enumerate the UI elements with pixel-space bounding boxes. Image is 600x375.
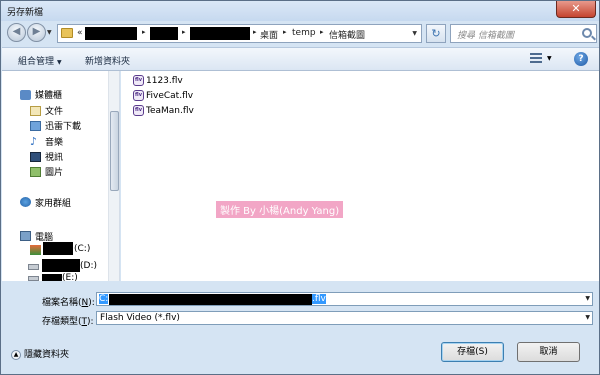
list-item[interactable]: flv 1123.flv bbox=[133, 75, 183, 86]
filetype-value: Flash Video (*.flv) bbox=[100, 313, 180, 323]
file-name: TeaMan.flv bbox=[146, 106, 194, 116]
computer-icon bbox=[20, 231, 31, 241]
help-icon[interactable]: ? bbox=[574, 52, 588, 66]
sidebar-item-downloads[interactable]: 迅雷下載 bbox=[45, 119, 81, 132]
title-bar[interactable]: 另存新檔 ✕ bbox=[1, 1, 599, 21]
chevron-down-icon[interactable]: ▼ bbox=[585, 295, 590, 302]
redacted-drive-name bbox=[43, 242, 73, 255]
address-separator-icon[interactable]: ▸ bbox=[253, 28, 257, 36]
file-name: 1123.flv bbox=[146, 76, 183, 86]
address-separator-icon[interactable]: ▸ bbox=[320, 28, 324, 36]
sidebar-item-libraries[interactable]: 媒體櫃 bbox=[35, 88, 62, 101]
watermark: 製作 By 小楊(Andy Yang) bbox=[216, 201, 344, 218]
organize-label: 組合管理 bbox=[18, 57, 55, 67]
search-icon[interactable] bbox=[582, 28, 592, 38]
address-dropdown-icon[interactable]: ▼ bbox=[412, 30, 417, 37]
refresh-button[interactable]: ↻ bbox=[426, 24, 446, 43]
address-bar[interactable]: « ▸ ▸ ▸ 桌面 ▸ temp ▸ 信箱截圖 ▼ bbox=[57, 24, 422, 43]
sidebar-item-documents[interactable]: 文件 bbox=[45, 104, 63, 117]
navigation-pane: 媒體櫃 文件 迅雷下載 ♪ 音樂 視訊 圖片 家用群組 電腦 (C:) (D:)… bbox=[2, 71, 120, 283]
recent-pages-dropdown-icon[interactable]: ▼ bbox=[47, 29, 52, 36]
organize-menu[interactable]: 組合管理 ▼ bbox=[18, 54, 62, 67]
flv-file-icon: flv bbox=[133, 90, 144, 101]
file-list: flv 1123.flv flv FiveCat.flv flv TeaMan.flv… bbox=[121, 71, 599, 281]
save-button[interactable]: 存檔(S) bbox=[441, 342, 504, 362]
address-overflow[interactable]: « bbox=[77, 28, 83, 38]
sidebar-item-drive-d[interactable]: (D:) bbox=[80, 261, 97, 271]
save-as-dialog: 另存新檔 ✕ ◀ ▶ ▼ « ▸ ▸ ▸ 桌面 ▸ temp ▸ 信箱截圖 ▼ … bbox=[0, 0, 600, 375]
address-separator-icon[interactable]: ▸ bbox=[283, 28, 287, 36]
refresh-icon: ↻ bbox=[431, 27, 441, 40]
address-separator-icon[interactable]: ▸ bbox=[142, 28, 146, 36]
address-segment-temp[interactable]: temp bbox=[292, 28, 316, 38]
forward-button[interactable]: ▶ bbox=[27, 23, 46, 42]
chevron-down-icon[interactable]: ▼ bbox=[585, 314, 590, 321]
chevron-down-icon: ▼ bbox=[57, 59, 62, 66]
library-icon bbox=[20, 90, 31, 100]
documents-icon bbox=[30, 106, 41, 116]
redacted-path-segment bbox=[150, 27, 178, 40]
window-title: 另存新檔 bbox=[7, 8, 44, 18]
pictures-icon bbox=[30, 167, 41, 177]
filename-label: 檔案名稱(N): bbox=[42, 298, 95, 308]
scrollbar-thumb[interactable] bbox=[110, 111, 119, 191]
flv-file-icon: flv bbox=[133, 75, 144, 86]
filename-value: C: bbox=[99, 294, 109, 304]
cancel-button[interactable]: 取消 bbox=[517, 342, 580, 362]
hide-folders-label: 隱藏資料夾 bbox=[24, 350, 70, 360]
pane-divider[interactable] bbox=[2, 281, 599, 289]
filename-field[interactable]: C: .flv ▼ bbox=[96, 292, 593, 306]
view-options-icon[interactable] bbox=[530, 53, 542, 65]
sidebar-item-homegroup[interactable]: 家用群組 bbox=[35, 196, 71, 209]
redacted-path-segment bbox=[85, 27, 137, 40]
video-icon bbox=[30, 152, 41, 162]
address-separator-icon[interactable]: ▸ bbox=[182, 28, 186, 36]
view-dropdown-icon[interactable]: ▼ bbox=[547, 55, 552, 62]
filename-extension: .flv bbox=[312, 294, 326, 304]
back-button[interactable]: ◀ bbox=[7, 23, 26, 42]
download-folder-icon bbox=[30, 121, 41, 131]
address-segment-current[interactable]: 信箱截圖 bbox=[329, 28, 365, 41]
search-box[interactable]: 搜尋 信箱截圖 bbox=[450, 24, 597, 43]
filetype-select[interactable]: Flash Video (*.flv) ▼ bbox=[96, 311, 593, 325]
filetype-label: 存檔類型(T): bbox=[42, 317, 94, 327]
windows-drive-icon bbox=[30, 245, 41, 255]
sidebar-item-drive-c[interactable]: (C:) bbox=[74, 244, 90, 254]
list-item[interactable]: flv TeaMan.flv bbox=[133, 105, 194, 116]
music-icon: ♪ bbox=[30, 135, 38, 148]
new-folder-button[interactable]: 新增資料夾 bbox=[85, 54, 130, 67]
search-placeholder: 搜尋 信箱截圖 bbox=[457, 31, 514, 41]
redacted-drive-name bbox=[42, 259, 80, 272]
folder-icon bbox=[61, 28, 73, 38]
redacted-drive-name bbox=[42, 274, 62, 281]
file-name: FiveCat.flv bbox=[146, 91, 194, 101]
sidebar-item-videos[interactable]: 視訊 bbox=[45, 150, 63, 163]
flv-file-icon: flv bbox=[133, 105, 144, 116]
close-button[interactable]: ✕ bbox=[556, 1, 596, 18]
chevron-up-icon: ▲ bbox=[11, 349, 21, 360]
drive-icon bbox=[28, 264, 39, 270]
redacted-filename bbox=[109, 294, 312, 305]
sidebar-item-music[interactable]: 音樂 bbox=[45, 135, 63, 148]
homegroup-icon bbox=[20, 197, 31, 207]
redacted-path-segment bbox=[190, 27, 250, 40]
list-item[interactable]: flv FiveCat.flv bbox=[133, 90, 193, 101]
toolbar: 組合管理 ▼ 新增資料夾 ▼ ? bbox=[2, 47, 599, 71]
sidebar-item-pictures[interactable]: 圖片 bbox=[45, 165, 63, 178]
sidebar-scrollbar[interactable] bbox=[108, 71, 119, 281]
address-segment-desktop[interactable]: 桌面 bbox=[260, 28, 278, 41]
hide-folders-button[interactable]: ▲ 隱藏資料夾 bbox=[11, 347, 69, 360]
